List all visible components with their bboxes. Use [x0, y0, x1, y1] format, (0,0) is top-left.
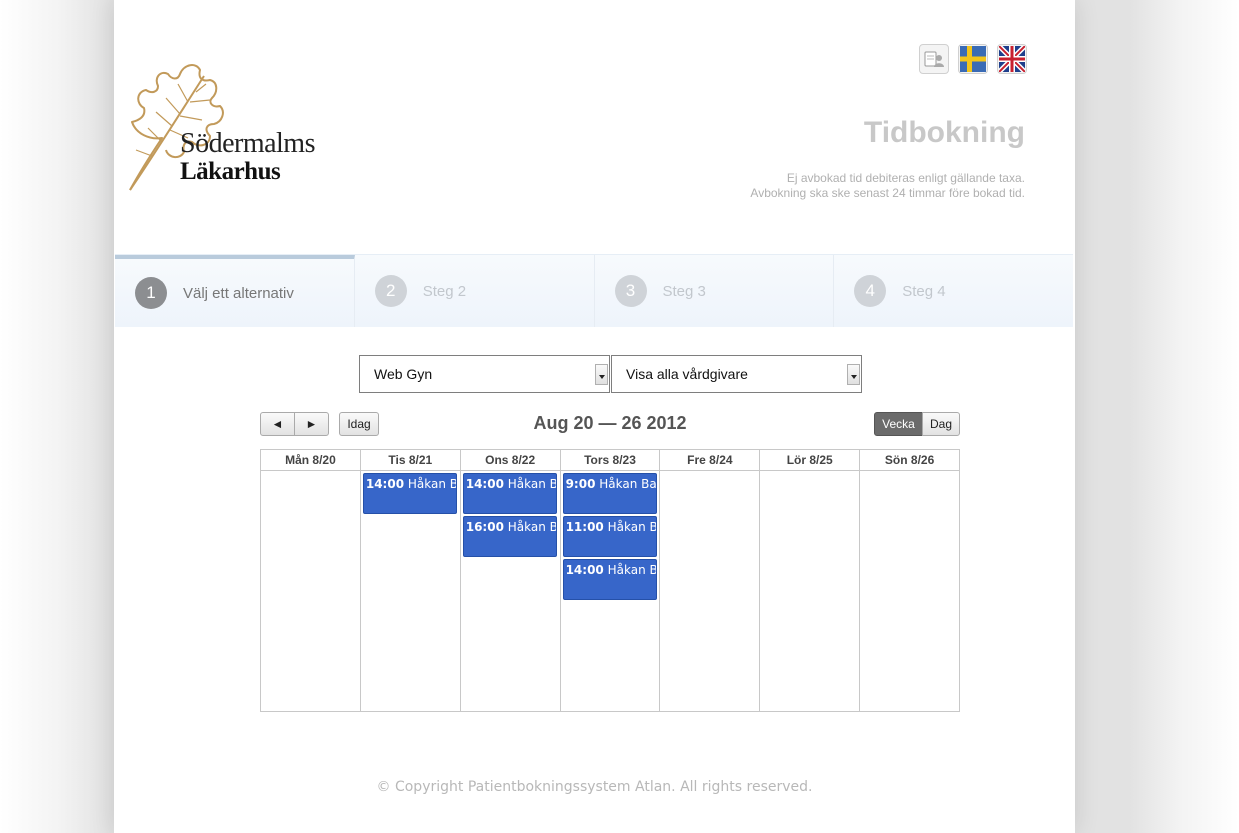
- appointment-slot[interactable]: 14:00 Håkan Baehrendtz: [362, 473, 457, 514]
- step-4[interactable]: 4 Steg 4: [834, 255, 1073, 327]
- logo-text-line1: Södermalms: [180, 128, 316, 159]
- step-label: Välj ett alternativ: [183, 284, 294, 302]
- appointment-slot[interactable]: 9:00 Håkan Baehrendtz: [562, 473, 657, 514]
- day-column-mon[interactable]: Mån 8/20: [261, 450, 361, 711]
- swedish-flag-icon[interactable]: [958, 44, 988, 74]
- appointment-slot[interactable]: 11:00 Håkan Baehrendtz: [562, 516, 657, 557]
- day-header: Lör 8/25: [760, 450, 860, 471]
- week-view-button[interactable]: Vecka: [874, 412, 923, 436]
- calendar-week-grid: Mån 8/20 Tis 8/21 14:00 Håkan Baehrendtz…: [260, 449, 960, 712]
- provider-select-value: Visa alla vårdgivare: [626, 366, 748, 382]
- logo-text-line2: Läkarhus: [180, 158, 281, 185]
- step-progress: 1 Välj ett alternativ 2 Steg 2 3 Steg 3 …: [115, 254, 1073, 327]
- appointment-slot[interactable]: 16:00 Håkan Baehrendtz: [462, 516, 557, 557]
- day-column-fri[interactable]: Fre 8/24: [660, 450, 761, 711]
- provider-select[interactable]: Visa alla vårdgivare: [611, 355, 862, 393]
- uk-flag-icon[interactable]: [997, 44, 1027, 74]
- notice-line-2: Avbokning ska ske senast 24 timmar före …: [750, 186, 1025, 200]
- step-number: 4: [854, 275, 887, 307]
- day-column-thu[interactable]: Tors 8/23 9:00 Håkan Baehrendtz 11:00 Hå…: [560, 450, 661, 711]
- prev-week-button[interactable]: ◄: [260, 412, 295, 436]
- step-number: 3: [614, 275, 647, 307]
- page-container: Södermalms Läkarhus Tidbokning Ej avboka…: [114, 0, 1075, 833]
- step-3[interactable]: 3 Steg 3: [594, 255, 835, 327]
- chevron-down-icon[interactable]: [595, 364, 608, 385]
- day-column-sun[interactable]: Sön 8/26: [860, 450, 960, 711]
- page-title: Tidbokning: [863, 116, 1025, 149]
- cancellation-notice: Ej avbokad tid debiteras enligt gällande…: [750, 171, 1025, 201]
- day-column-sat[interactable]: Lör 8/25: [760, 450, 861, 711]
- copyright-footer: © Copyright Patientbokningssystem Atlan.…: [376, 779, 813, 795]
- contact-card-icon[interactable]: [919, 44, 949, 74]
- day-column-tue[interactable]: Tis 8/21 14:00 Håkan Baehrendtz: [360, 450, 461, 711]
- service-select[interactable]: Web Gyn: [359, 355, 610, 393]
- today-button[interactable]: Idag: [339, 412, 379, 436]
- day-header: Sön 8/26: [860, 450, 960, 471]
- step-1[interactable]: 1 Välj ett alternativ: [115, 255, 355, 327]
- step-2[interactable]: 2 Steg 2: [354, 255, 595, 327]
- notice-line-1: Ej avbokad tid debiteras enligt gällande…: [786, 171, 1025, 185]
- calendar-toolbar: Aug 20 — 26 2012 ◄ ► Idag Vecka Dag: [260, 411, 960, 437]
- day-header: Tis 8/21: [360, 450, 460, 471]
- day-header: Fre 8/24: [660, 450, 760, 471]
- appointment-slot[interactable]: 14:00 Håkan Baehrendtz: [462, 473, 557, 514]
- day-header: Mån 8/20: [261, 450, 360, 471]
- service-select-value: Web Gyn: [374, 366, 433, 382]
- arrow-right-icon: ►: [305, 417, 318, 431]
- arrow-left-icon: ◄: [271, 417, 284, 431]
- chevron-down-icon[interactable]: [847, 364, 860, 385]
- appointment-slot[interactable]: 14:00 Håkan Baehrendtz: [562, 559, 657, 600]
- day-view-button[interactable]: Dag: [922, 412, 960, 436]
- day-header: Tors 8/23: [560, 450, 660, 471]
- step-number: 2: [374, 275, 407, 307]
- step-number: 1: [135, 277, 167, 309]
- day-column-wed[interactable]: Ons 8/22 14:00 Håkan Baehrendtz 16:00 Hå…: [460, 450, 561, 711]
- step-label: Steg 3: [662, 282, 706, 300]
- step-label: Steg 4: [902, 282, 946, 300]
- filter-selects: Web Gyn Visa alla vårdgivare: [359, 355, 862, 393]
- top-icons: [919, 44, 1027, 74]
- clinic-logo[interactable]: Södermalms Läkarhus: [122, 58, 342, 198]
- next-week-button[interactable]: ►: [294, 412, 329, 436]
- day-header: Ons 8/22: [460, 450, 560, 471]
- step-label: Steg 2: [422, 282, 467, 300]
